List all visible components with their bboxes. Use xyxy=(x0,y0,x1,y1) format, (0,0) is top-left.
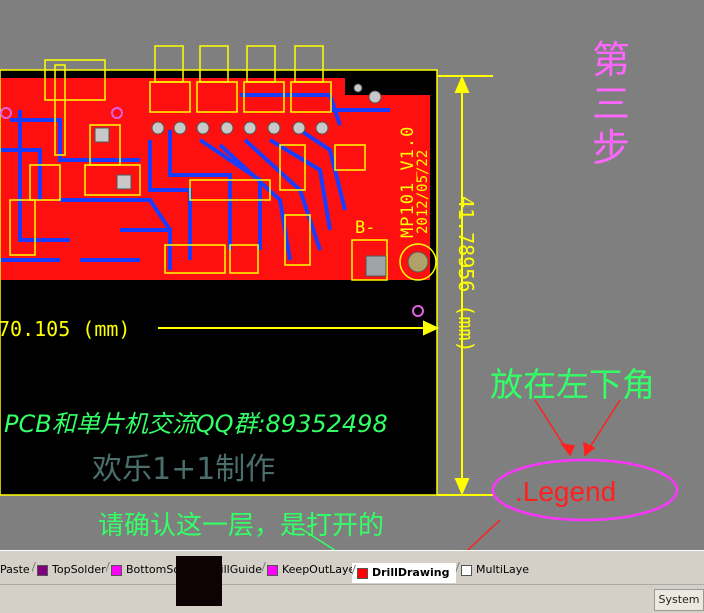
layer-color-swatch xyxy=(357,567,368,579)
system-button[interactable]: System xyxy=(654,589,704,611)
layer-tab-label: TopSolder xyxy=(52,563,106,576)
layer-tab-label: KeepOutLayer xyxy=(282,563,352,576)
layer-tab-topsolder[interactable]: TopSolder xyxy=(32,559,106,581)
layer-tab-label: BottomSolder xyxy=(126,563,176,576)
place-corner-annotation: 放在左下角 xyxy=(490,365,655,404)
layer-color-swatch xyxy=(267,564,278,576)
layer-tab-label: Paste xyxy=(0,563,30,576)
confirm-layer-annotation: 请确认这一层，是打开的 xyxy=(98,511,385,541)
tab-divider xyxy=(32,562,36,578)
layer-tab-keepoutlayer[interactable]: KeepOutLayer xyxy=(262,559,352,581)
tab-divider xyxy=(262,562,266,578)
red-arrows xyxy=(459,399,621,550)
layer-color-swatch xyxy=(37,564,48,576)
b-minus-label: B- xyxy=(355,218,376,238)
width-dimension-label: 70.105 (mm) xyxy=(0,317,131,341)
tab-divider xyxy=(352,565,356,581)
redaction-block xyxy=(176,556,222,606)
layer-color-swatch xyxy=(461,564,472,576)
height-dimension-label: 41.78956 (mm) xyxy=(454,196,478,353)
fun-text: 欢乐1+1制作 xyxy=(92,452,276,487)
layer-tab-bottomsolder[interactable]: BottomSolder xyxy=(106,559,176,581)
legend-annotation: .Legend xyxy=(515,476,617,507)
layer-tab-drilldrawing[interactable]: DrillDrawing xyxy=(352,563,456,583)
layer-tab-label: DrillDrawing xyxy=(372,566,450,579)
tab-divider xyxy=(106,562,110,578)
layer-tab-bar: Paste TopSolder BottomSolder DrillGuide … xyxy=(0,550,704,585)
layer-tab-paste[interactable]: Paste xyxy=(0,559,32,581)
layer-tab-multilayer[interactable]: MultiLayer xyxy=(456,559,530,581)
step-annotation: 第 三 步 xyxy=(592,38,631,170)
layer-tab-label: MultiLayer xyxy=(476,563,530,576)
layer-color-swatch xyxy=(111,564,122,576)
group-text: PCB和单片机交流QQ群:89352498 xyxy=(4,410,388,438)
board-date: 2012/05/22 xyxy=(415,149,431,234)
tab-divider xyxy=(456,562,460,578)
status-bar: System xyxy=(0,584,704,613)
